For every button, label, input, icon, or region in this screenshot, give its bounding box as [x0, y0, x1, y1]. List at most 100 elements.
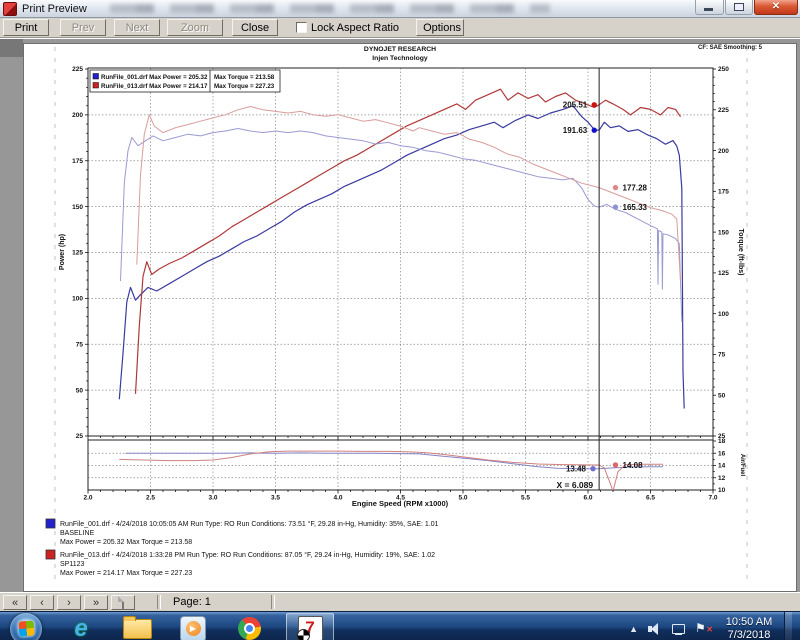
taskbar-item-chrome[interactable]	[232, 614, 266, 640]
app-icon	[3, 2, 17, 16]
taskbar-item-dynojet-active[interactable]: 7	[286, 613, 334, 640]
tick-label: 200	[72, 112, 83, 119]
volume-icon[interactable]	[648, 622, 663, 636]
page-list-button[interactable]	[111, 595, 135, 610]
marker-label: 205.51	[563, 101, 588, 110]
cursor-markers: 205.51 191.63 177.28 165.33 13.48 14.08	[563, 101, 648, 474]
run001-line1: RunFile_001.drf - 4/24/2018 10:05:05 AM …	[60, 520, 439, 528]
legend-swatch-run001	[93, 74, 99, 80]
run013-line1: RunFile_013.drf - 4/24/2018 1:33:28 PM R…	[60, 551, 435, 559]
print-button[interactable]: Print	[3, 19, 49, 36]
legend-swatch-run013	[93, 83, 99, 89]
chart-title: DYNOJET RESEARCH	[364, 46, 436, 53]
tick-label: 100	[72, 296, 83, 303]
tick-label: 3.0	[208, 495, 217, 502]
tick-label: 50	[76, 387, 84, 394]
run013-line2: SP1123	[60, 561, 84, 568]
tick-label: 75	[76, 341, 84, 348]
tick-label: 16	[718, 450, 726, 457]
tick-label: 125	[72, 250, 83, 257]
taskbar-item-media-player[interactable]: ▶	[176, 614, 210, 640]
close-preview-button[interactable]: Close	[232, 19, 278, 36]
marker-dot	[592, 128, 597, 133]
window-title: Print Preview	[22, 3, 87, 15]
marker-dot	[590, 466, 595, 471]
caption-buttons	[694, 0, 798, 15]
tick-label: 25	[76, 433, 84, 440]
zoom-out-button[interactable]: Zoom Out	[167, 19, 223, 36]
chrome-icon	[238, 617, 261, 640]
restore-button[interactable]	[725, 0, 753, 15]
power-axis-title: Power (hp)	[59, 234, 66, 270]
legend-run001-power: RunFile_001.drf Max Power = 205.32	[101, 74, 208, 81]
taskbar-clock[interactable]: 10:50 AM 7/3/2018	[720, 616, 778, 640]
taskbar-item-internet-explorer[interactable]: e	[64, 614, 98, 640]
action-center-flag-icon[interactable]: ⚑✕	[695, 621, 710, 636]
last-page-button[interactable]: »	[84, 595, 108, 610]
show-desktop-button[interactable]	[784, 612, 792, 640]
taskbar-item-explorer[interactable]	[120, 614, 154, 640]
tick-label: 225	[718, 107, 729, 114]
tick-label: 2.5	[146, 495, 155, 502]
print-preview-window: Print Preview Print Prev Next Zoom Out C…	[0, 0, 800, 640]
main-gridlines	[88, 68, 713, 436]
marker-dot	[613, 204, 618, 209]
torque-axis-title: Torque (ft-lbs)	[737, 229, 744, 276]
tick-label: 10	[718, 487, 726, 494]
preview-area: DYNOJET RESEARCH Injen Technology CF: SA…	[0, 38, 800, 592]
tick-label: 150	[72, 204, 83, 211]
x-axis-title: Engine Speed (RPM x1000)	[352, 499, 449, 508]
legend-run013-torque: Max Torque = 227.23	[214, 83, 275, 90]
curve-runfile-001-torque	[121, 129, 682, 322]
tick-label: 150	[718, 229, 729, 236]
af-gridlines	[88, 440, 713, 490]
marker-label: 177.28	[623, 183, 648, 192]
folder-icon	[123, 619, 152, 639]
close-window-button[interactable]	[754, 0, 798, 15]
marker-label: 13.48	[566, 464, 587, 473]
airfuel-axis-title: Air/Fuel	[739, 454, 745, 477]
statusbar-separator-2	[271, 595, 275, 609]
page-number-label: Page: 1	[173, 596, 211, 608]
tray-expand-icon[interactable]: ▲	[629, 624, 638, 634]
tick-label: 75	[718, 352, 726, 359]
cursor-x-label: X = 6.089	[556, 480, 593, 490]
run013-line3: Max Power = 214.17 Max Torque = 227.23	[60, 570, 192, 577]
tick-label: 50	[718, 392, 726, 399]
run-info: RunFile_001.drf - 4/24/2018 10:05:05 AM …	[46, 519, 439, 577]
redacted-title-text	[110, 4, 550, 13]
tick-label: 125	[718, 270, 729, 277]
taskbar: e ▶ 7 ▲ ⚑✕ 10:50 AM 7/3/2018	[0, 611, 800, 640]
statusbar-separator	[157, 595, 161, 609]
network-icon[interactable]	[671, 622, 687, 636]
smoothing-label: CF: SAE Smoothing: 5	[698, 45, 763, 51]
minimize-button[interactable]	[695, 0, 724, 15]
marker-label: 165.33	[623, 203, 648, 212]
tick-label: 225	[72, 66, 83, 73]
document-icon	[122, 596, 124, 610]
tick-label: 5.0	[458, 495, 467, 502]
start-button[interactable]	[10, 613, 42, 640]
tick-label: 7.0	[708, 495, 717, 502]
prev-page-button[interactable]: ‹	[30, 595, 54, 610]
dynojet-icon: 7	[298, 616, 323, 640]
run001-line3: Max Power = 205.32 Max Torque = 213.58	[60, 539, 192, 546]
next-button[interactable]: Next	[114, 19, 160, 36]
lock-aspect-checkbox[interactable]	[296, 22, 307, 33]
legend-box: RunFile_001.drf Max Power = 205.32 RunFi…	[90, 70, 280, 92]
tick-label: 4.0	[333, 495, 342, 502]
internet-explorer-icon: e	[74, 617, 87, 640]
first-page-button[interactable]: «	[3, 595, 27, 610]
marker-label: 191.63	[563, 126, 588, 135]
tick-label: 250	[718, 66, 729, 73]
tick-label: 6.0	[583, 495, 592, 502]
next-page-button[interactable]: ›	[57, 595, 81, 610]
marker-label: 14.08	[623, 461, 644, 470]
tick-label: 3.5	[271, 495, 280, 502]
legend-run001-torque: Max Torque = 213.58	[214, 74, 275, 81]
options-button[interactable]: Options	[416, 19, 464, 36]
prev-button[interactable]: Prev	[60, 19, 106, 36]
tick-label: 2.0	[83, 495, 92, 502]
system-tray: ▲ ⚑✕ 10:50 AM 7/3/2018	[629, 612, 792, 640]
run013-swatch	[46, 550, 55, 559]
